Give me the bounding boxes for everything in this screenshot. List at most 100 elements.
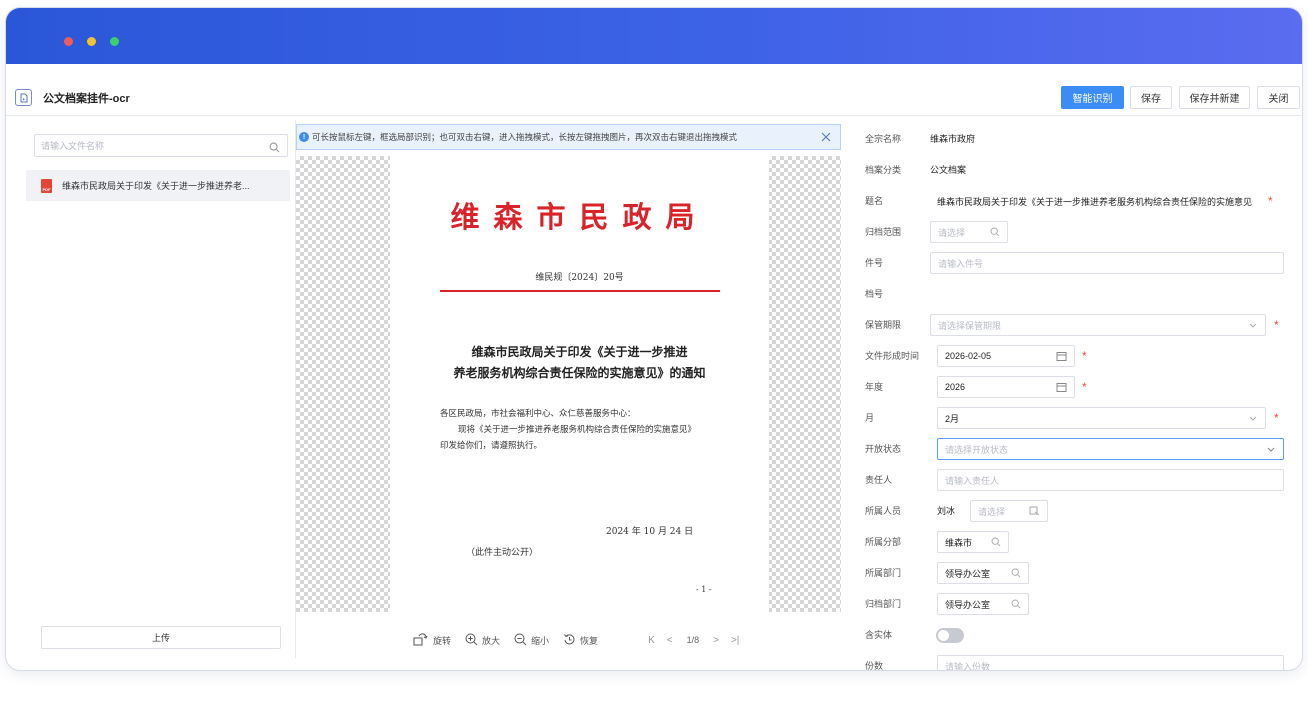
- personnel-select[interactable]: 请选择: [970, 500, 1048, 522]
- has-entity-label: 含实体: [865, 630, 893, 640]
- formation-date-picker[interactable]: 2026-02-05: [937, 345, 1075, 367]
- file-number-label: 档号: [865, 289, 884, 299]
- responsible-person-input[interactable]: 请输入责任人: [937, 469, 1284, 491]
- form-row-item-number: 件号 请输入件号: [854, 248, 1302, 279]
- document-note: （此件主动公开）: [466, 548, 539, 558]
- archive-scope-select[interactable]: 请选择: [930, 221, 1008, 243]
- document-viewer: ! 可长按鼠标左键，框选局部识别；也可双击右键，进入拖拽模式，长按左键拖拽图片，…: [296, 120, 841, 660]
- form-row-fonds-name: 全宗名称 维森市政府: [854, 124, 1302, 155]
- document-body-line: 印发给你们，请遵照执行。: [440, 441, 543, 451]
- document-body: 各区民政局，市社会福利中心、众仁慈善服务中心： 现将《关于进一步推进养老服务机构…: [440, 406, 730, 454]
- first-page-icon[interactable]: K: [648, 635, 655, 646]
- form-row-department: 所属部门 领导办公室: [854, 558, 1302, 589]
- form-row-retention-period: 保管期限 请选择保管期限 *: [854, 310, 1302, 341]
- search-icon: [990, 227, 1000, 239]
- item-number-input[interactable]: 请输入件号: [930, 252, 1284, 274]
- branch-label: 所属分部: [865, 537, 902, 547]
- open-status-label: 开放状态: [865, 444, 902, 454]
- viewer-toolbar: 旋转 放大 缩小 恢复 K < 1/8 > >|: [296, 620, 841, 660]
- archive-scope-placeholder: 请选择: [938, 227, 966, 238]
- archive-department-select[interactable]: 领导办公室: [937, 593, 1029, 615]
- document-page: 维森市民政局 维民规〔2024〕20号 维森市民政局关于印发《关于进一步推进 养…: [390, 156, 769, 612]
- search-icon: [1011, 599, 1021, 611]
- close-tip-icon[interactable]: [820, 130, 832, 148]
- document-body-line: 现将《关于进一步推进养老服务机构综合责任保险的实施意见》: [458, 425, 697, 435]
- file-name: 维森市民政局关于印发《关于进一步推进养老...: [62, 181, 250, 191]
- chevron-down-icon: [1248, 413, 1258, 425]
- file-search-input[interactable]: [41, 138, 261, 154]
- save-button[interactable]: 保存: [1130, 86, 1172, 109]
- page-indicator: 1/8: [686, 635, 700, 645]
- maximize-window-dot[interactable]: [110, 37, 119, 46]
- search-icon[interactable]: [269, 140, 280, 158]
- copies-input[interactable]: 请输入份数: [937, 655, 1284, 670]
- zoom-out-button[interactable]: 缩小: [514, 633, 549, 648]
- document-divider: [440, 290, 720, 292]
- required-marker: *: [1274, 411, 1279, 425]
- zoom-in-button[interactable]: 放大: [465, 633, 500, 648]
- form-row-month: 月 2月 *: [854, 403, 1302, 434]
- formation-date-value: 2026-02-05: [945, 351, 992, 361]
- document-title-line2: 养老服务机构综合责任保险的实施意见》的通知: [453, 366, 706, 380]
- search-icon: [1011, 568, 1021, 580]
- required-marker: *: [1082, 349, 1087, 363]
- next-page-icon[interactable]: >: [713, 635, 719, 646]
- pagination: K < 1/8 > >|: [642, 635, 745, 646]
- window-titlebar: [6, 8, 1302, 64]
- form-row-year: 年度 2026 *: [854, 372, 1302, 403]
- app-window: 公文档案挂件-ocr 智能识别 保存 保存并新建 关闭 PDF 维森市民政局关于…: [6, 8, 1302, 670]
- open-status-select[interactable]: 请选择开放状态: [937, 438, 1284, 460]
- form-row-formation-date: 文件形成时间 2026-02-05 *: [854, 341, 1302, 372]
- fonds-name-value: 维森市政府: [930, 134, 976, 144]
- document-page-number: - 1 -: [696, 585, 712, 594]
- close-button[interactable]: 关闭: [1257, 86, 1300, 109]
- select-person-icon: [1029, 506, 1040, 518]
- archive-department-value: 领导办公室: [945, 599, 991, 610]
- chevron-down-icon: [1248, 320, 1258, 332]
- year-picker[interactable]: 2026: [937, 376, 1075, 398]
- zoom-out-icon: [514, 633, 527, 648]
- last-page-icon[interactable]: >|: [731, 635, 739, 646]
- zoom-in-label: 放大: [482, 635, 501, 646]
- file-search: [34, 134, 288, 157]
- copies-label: 份数: [865, 661, 884, 670]
- search-icon: [991, 537, 1001, 549]
- restore-label: 恢复: [580, 635, 599, 646]
- file-list-item[interactable]: PDF 维森市民政局关于印发《关于进一步推进养老...: [26, 170, 290, 201]
- retention-period-label: 保管期限: [865, 320, 902, 330]
- zoom-in-icon: [465, 633, 478, 648]
- responsible-person-label: 责任人: [865, 475, 893, 485]
- document-title-line1: 维森市民政局关于印发《关于进一步推进: [471, 345, 688, 359]
- title-input[interactable]: 维森市民政局关于印发《关于进一步推进养老服务机构综合责任保险的实施意见: [930, 190, 1266, 212]
- save-and-new-button[interactable]: 保存并新建: [1179, 86, 1250, 109]
- personnel-value: 刘冰: [937, 506, 956, 516]
- form-row-archive-department: 归档部门 领导办公室: [854, 589, 1302, 620]
- pdf-file-icon: PDF: [41, 178, 52, 193]
- minimize-window-dot[interactable]: [87, 37, 96, 46]
- formation-date-label: 文件形成时间: [865, 351, 920, 361]
- form-row-branch: 所属分部 维森市: [854, 527, 1302, 558]
- month-select[interactable]: 2月: [937, 407, 1266, 429]
- file-list-panel: PDF 维森市民政局关于印发《关于进一步推进养老... 上传: [26, 120, 296, 658]
- rotate-button[interactable]: 旋转: [413, 632, 451, 648]
- form-row-title: 题名 维森市民政局关于印发《关于进一步推进养老服务机构综合责任保险的实施意见 *: [854, 186, 1302, 217]
- prev-page-icon[interactable]: <: [667, 635, 673, 646]
- restore-button[interactable]: 恢复: [563, 633, 598, 648]
- department-select[interactable]: 领导办公室: [937, 562, 1029, 584]
- close-window-dot[interactable]: [64, 37, 73, 46]
- smart-recognize-button[interactable]: 智能识别: [1061, 86, 1124, 109]
- archive-department-label: 归档部门: [865, 599, 902, 609]
- required-marker: *: [1274, 318, 1279, 332]
- upload-button[interactable]: 上传: [41, 626, 281, 649]
- branch-select[interactable]: 维森市: [937, 531, 1009, 553]
- preview-canvas[interactable]: 维森市民政局 维民规〔2024〕20号 维森市民政局关于印发《关于进一步推进 养…: [296, 156, 841, 612]
- has-entity-toggle[interactable]: [936, 628, 964, 643]
- form-row-open-status: 开放状态 请选择开放状态: [854, 434, 1302, 465]
- month-value: 2月: [945, 413, 960, 424]
- rotate-icon: [413, 632, 429, 648]
- document-body-line: 各区民政局，市社会福利中心、众仁慈善服务中心：: [440, 409, 636, 419]
- year-label: 年度: [865, 382, 884, 392]
- required-marker: *: [1268, 194, 1273, 208]
- retention-period-select[interactable]: 请选择保管期限: [930, 314, 1266, 336]
- info-icon: !: [299, 132, 309, 142]
